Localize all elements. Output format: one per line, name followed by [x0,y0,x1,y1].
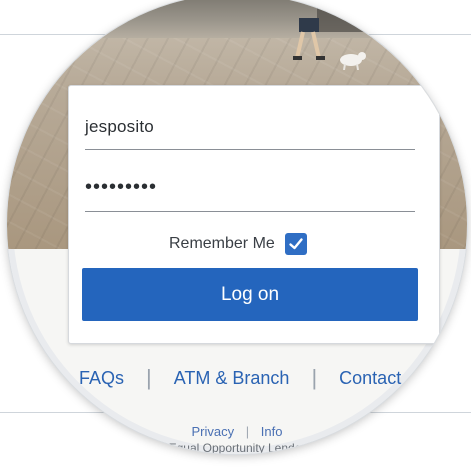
remember-me-label: Remember Me [169,235,275,252]
photo-shadow [317,0,407,32]
contact-link[interactable]: Contact [339,368,401,389]
help-links: FAQs | ATM & Branch | Contact [79,364,401,392]
link-separator: | [311,365,318,390]
username-field[interactable]: jesposito [85,106,415,150]
remember-me-row: Remember Me [169,231,307,257]
privacy-link[interactable]: Privacy [192,424,235,439]
link-separator: | [146,365,152,390]
equal-opportunity-text: Equal Opportunity Lender [168,441,306,454]
username-value: jesposito [85,117,154,136]
remember-me-checkbox[interactable] [284,233,307,255]
magnifier-lens: jesposito ••••••••• Remember Me Log on F… [7,0,467,454]
walker-figure [293,18,325,60]
footer-links: Privacy | Info [7,424,467,439]
checkmark-icon [289,238,303,250]
atm-branch-link[interactable]: ATM & Branch [174,368,290,389]
faqs-link[interactable]: FAQs [79,368,124,389]
footer-separator: | [245,424,250,439]
info-link[interactable]: Info [261,424,283,439]
password-value: ••••••••• [85,176,158,198]
login-card: jesposito ••••••••• Remember Me Log on [68,85,440,344]
password-field[interactable]: ••••••••• [85,168,415,212]
log-on-button[interactable]: Log on [82,268,418,321]
dog-figure [340,52,366,70]
